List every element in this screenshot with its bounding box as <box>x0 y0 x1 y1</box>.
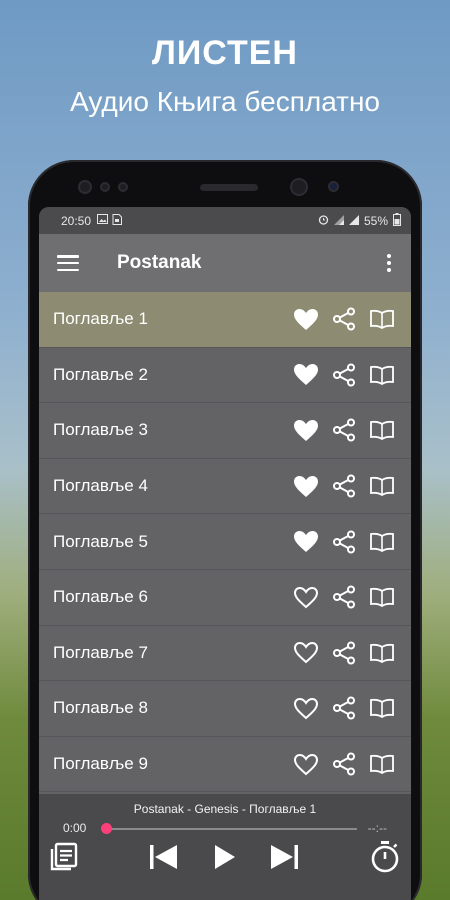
status-bar: 20:50 55% <box>39 207 411 234</box>
chapter-label: Поглавље 6 <box>53 587 148 607</box>
status-right: 55% <box>318 212 401 229</box>
share-icon[interactable] <box>325 418 363 442</box>
chapter-row[interactable]: Поглавље 8 <box>39 681 411 737</box>
share-icon[interactable] <box>325 363 363 387</box>
previous-icon[interactable] <box>149 844 179 875</box>
play-icon[interactable] <box>214 844 236 875</box>
book-icon[interactable] <box>363 532 401 552</box>
progress-track[interactable] <box>103 828 357 830</box>
chapter-row[interactable]: Поглавље 9 <box>39 737 411 793</box>
heart-filled-icon[interactable] <box>287 419 325 442</box>
promo-title: ЛИСТЕН <box>151 34 298 72</box>
chapter-label: Поглавље 5 <box>53 531 148 551</box>
book-icon[interactable] <box>363 587 401 608</box>
next-icon[interactable] <box>269 844 299 875</box>
chapter-label: Поглавље 8 <box>53 698 148 718</box>
chapter-label: Поглавље 1 <box>53 309 148 329</box>
chapter-row[interactable]: Поглавље 1 <box>39 292 411 348</box>
chapter-list: Поглавље 1 Поглавље 2 Поглавље 3 Поглавље 4… <box>39 292 411 793</box>
book-icon[interactable] <box>363 420 401 441</box>
app-toolbar: Postanak <box>39 234 411 292</box>
promo-subtitle: Аудио Књига бесплатно <box>69 86 381 117</box>
chapter-row[interactable]: Поглавље 3 <box>39 403 411 459</box>
sleep-timer-icon[interactable] <box>369 840 401 879</box>
heart-filled-icon[interactable] <box>287 363 325 386</box>
elapsed-time: 0:00 <box>63 821 87 835</box>
chapter-label: Поглавље 4 <box>53 476 148 496</box>
chapter-label: Поглавље 9 <box>53 754 148 774</box>
book-icon[interactable] <box>363 476 401 497</box>
share-icon[interactable] <box>325 585 363 609</box>
share-icon[interactable] <box>325 696 363 720</box>
chapter-row[interactable]: Поглавље 2 <box>39 348 411 404</box>
chapter-label: Поглавље 2 <box>53 364 148 384</box>
phone-sensor <box>100 182 110 192</box>
status-time: 20:50 <box>61 213 92 228</box>
share-icon[interactable] <box>325 307 363 331</box>
chapter-label: Поглавље 7 <box>53 642 148 662</box>
chapter-row[interactable]: Поглавље 5 <box>39 514 411 570</box>
book-icon[interactable] <box>363 643 401 663</box>
more-options-icon[interactable] <box>385 254 393 272</box>
share-icon[interactable] <box>325 474 363 498</box>
phone-sensor <box>118 182 128 192</box>
battery-icon <box>393 212 401 229</box>
heart-filled-icon[interactable] <box>287 308 325 331</box>
sim-icon <box>112 213 123 228</box>
chapter-row[interactable]: Поглавље 7 <box>39 626 411 682</box>
chapter-row[interactable]: Поглавље 4 <box>39 459 411 515</box>
menu-icon[interactable] <box>57 255 79 271</box>
wifi-icon <box>348 214 359 228</box>
heart-filled-icon[interactable] <box>287 530 325 553</box>
remaining-time: --:-- <box>367 821 387 835</box>
heart-outline-icon[interactable] <box>287 586 325 609</box>
phone-speaker <box>200 184 258 191</box>
book-icon[interactable] <box>363 698 401 719</box>
alarm-icon <box>318 214 329 228</box>
share-icon[interactable] <box>325 641 363 665</box>
playlist-icon[interactable] <box>49 841 79 876</box>
share-icon[interactable] <box>325 530 363 554</box>
book-icon[interactable] <box>363 309 401 330</box>
image-icon <box>97 214 109 227</box>
battery-percent: 55% <box>363 213 388 228</box>
heart-outline-icon[interactable] <box>287 753 325 776</box>
chapter-label: Поглавље 3 <box>53 420 148 440</box>
now-playing-title: Postanak - Genesis - Поглавље 1 <box>133 802 317 816</box>
heart-filled-icon[interactable] <box>287 475 325 498</box>
heart-outline-icon[interactable] <box>287 697 325 720</box>
book-icon[interactable] <box>363 754 401 775</box>
signal-icon <box>333 214 344 228</box>
app-screen: 20:50 55% Postanak Поглавље 1 Поглавље 2… <box>39 207 411 900</box>
chapter-row[interactable]: Поглавље 6 <box>39 570 411 626</box>
heart-outline-icon[interactable] <box>287 641 325 664</box>
audio-player: Postanak - Genesis - Поглавље 1 0:00 --:… <box>39 794 411 900</box>
share-icon[interactable] <box>325 752 363 776</box>
progress-knob[interactable] <box>101 823 112 834</box>
phone-sensor <box>78 180 92 194</box>
book-icon[interactable] <box>363 365 401 385</box>
phone-sensor <box>328 181 339 192</box>
toolbar-title: Postanak <box>117 252 202 273</box>
front-camera <box>290 178 308 196</box>
